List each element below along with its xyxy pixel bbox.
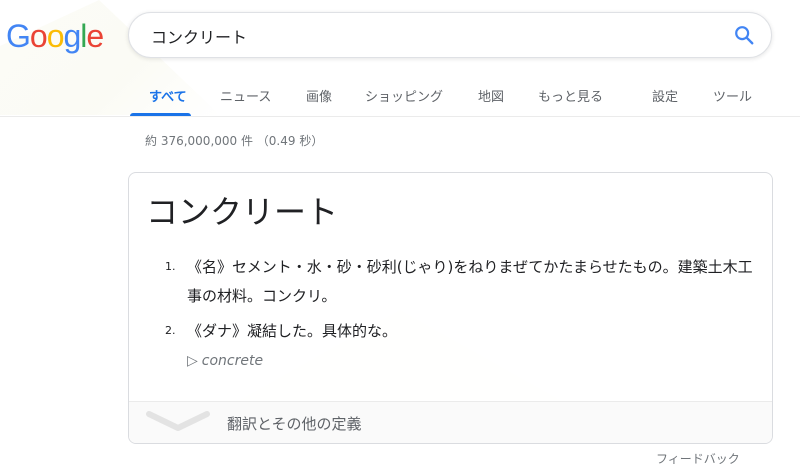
tab-news[interactable]: ニュース — [220, 86, 271, 105]
feedback-link[interactable]: フィードバック — [656, 450, 740, 467]
translation-link[interactable]: ▷ concrete — [187, 353, 263, 369]
dictionary-headword: コンクリート — [146, 193, 339, 231]
search-icon[interactable] — [733, 24, 755, 46]
tab-maps[interactable]: 地図 — [478, 86, 504, 105]
definition-number: 1. — [165, 260, 176, 273]
play-triangle-icon: ▷ — [187, 353, 198, 369]
google-logo[interactable]: Google — [6, 18, 104, 55]
logo-letter: o — [29, 18, 48, 54]
divider — [0, 116, 800, 117]
tab-more[interactable]: もっと見る — [538, 86, 603, 105]
result-stats: 約 376,000,000 件 （0.49 秒） — [145, 134, 324, 148]
logo-letter: o — [46, 18, 65, 54]
logo-letter: g — [63, 18, 81, 54]
search-tabs: すべて ニュース 画像 ショッピング 地図 もっと見る 設定 ツール — [0, 70, 800, 116]
logo-letter: e — [86, 18, 104, 54]
logo-letter: G — [6, 18, 31, 54]
search-input[interactable] — [149, 22, 713, 50]
tab-all[interactable]: すべて — [149, 86, 187, 105]
more-definitions-label: 翻訳とその他の定義 — [227, 415, 362, 433]
dictionary-card: コンクリート 1. 《名》セメント・水・砂・砂利(じゃり)をねりまぜてかたまらせ… — [128, 172, 773, 444]
chevron-down-icon — [146, 411, 210, 431]
definition-text: 《名》セメント・水・砂・砂利(じゃり)をねりまぜてかたまらせたもの。建築土木工事… — [187, 258, 753, 305]
definition-number: 2. — [165, 324, 176, 337]
tab-tools[interactable]: ツール — [713, 86, 752, 105]
tab-shopping[interactable]: ショッピング — [365, 86, 443, 105]
tab-settings[interactable]: 設定 — [652, 86, 678, 105]
search-box[interactable] — [128, 12, 772, 58]
tab-images[interactable]: 画像 — [306, 86, 332, 105]
more-definitions-button[interactable]: 翻訳とその他の定義 — [129, 401, 772, 443]
definition-text: 《ダナ》凝結した。具体的な。 — [187, 322, 398, 340]
translation-word: concrete — [201, 353, 264, 369]
